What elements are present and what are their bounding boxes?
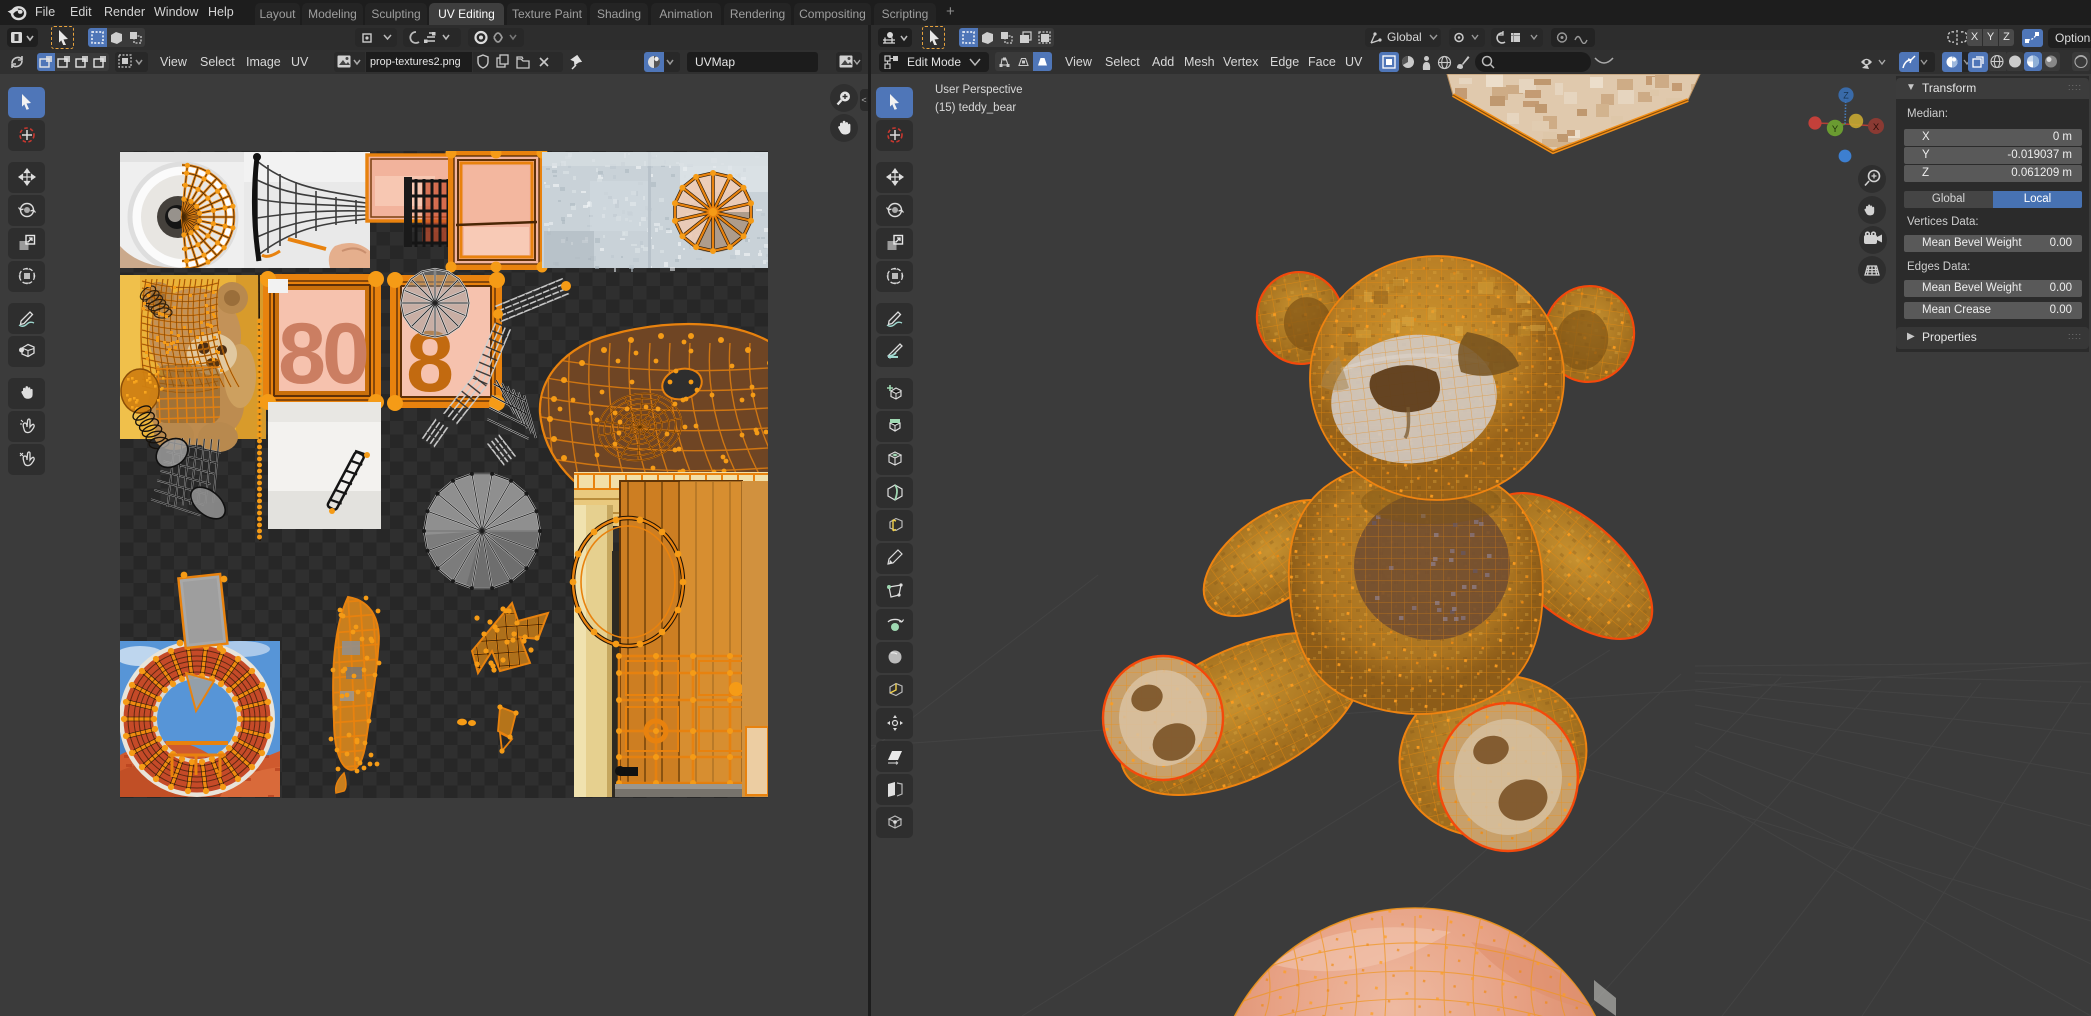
- svg-text:Z: Z: [1843, 91, 1849, 101]
- svg-text:Y: Y: [1832, 124, 1839, 135]
- svg-text:X: X: [1873, 122, 1880, 133]
- svg-text:80: 80: [278, 306, 367, 402]
